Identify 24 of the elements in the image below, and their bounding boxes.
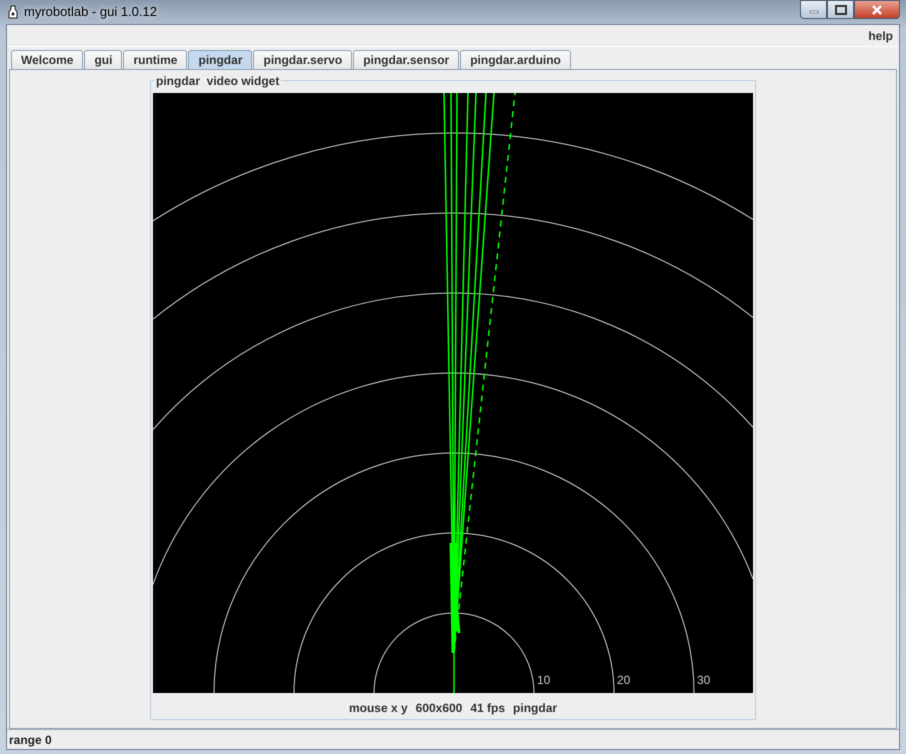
range-label: 30 — [697, 673, 710, 687]
tab[interactable]: pingdar.arduino — [460, 50, 571, 69]
video-status-text: 41 fps — [470, 700, 506, 717]
tab[interactable]: pingdar.sensor — [353, 50, 460, 69]
menu-item[interactable]: help — [866, 26, 895, 44]
status-text: range 0 — [9, 732, 52, 748]
window-title: myrobotlab - gui 1.0.12 — [24, 3, 157, 22]
tab[interactable]: gui — [84, 50, 122, 69]
maximize-button[interactable] — [827, 0, 854, 19]
app-icon — [8, 5, 18, 19]
video-status-text: 600x600 — [416, 700, 462, 717]
tab[interactable]: Welcome — [11, 50, 84, 69]
tab[interactable]: pingdar — [188, 50, 252, 69]
minimize-button[interactable] — [800, 0, 827, 19]
range-label: 10 — [537, 673, 550, 687]
tab[interactable]: runtime — [123, 50, 188, 69]
tab[interactable]: pingdar.servo — [253, 50, 352, 69]
close-icon — [871, 4, 883, 14]
panel-title: pingdar video widget — [154, 74, 282, 88]
range-label: 20 — [617, 673, 630, 687]
maximize-icon — [834, 4, 846, 14]
video-status-text: pingdar — [513, 700, 558, 717]
video-status-text: mouse x y — [348, 700, 408, 717]
close-button[interactable] — [854, 0, 900, 19]
